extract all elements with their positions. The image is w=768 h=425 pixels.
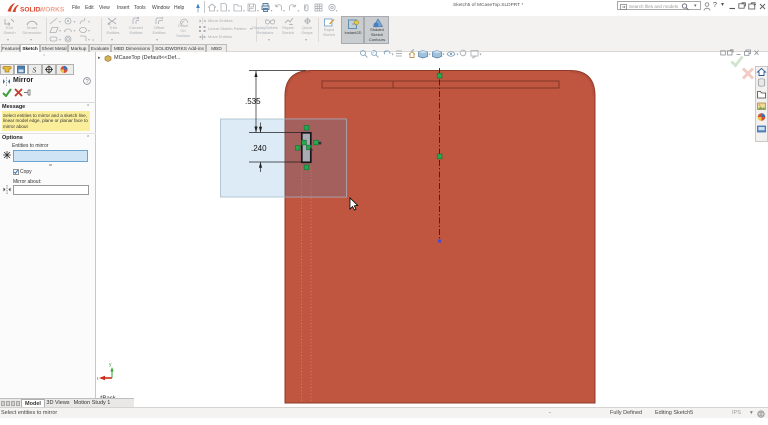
svg-text:▾: ▾ xyxy=(228,8,230,13)
svg-text:▾: ▾ xyxy=(443,52,445,57)
svg-text:x: x xyxy=(97,376,99,382)
svg-text:▾: ▾ xyxy=(243,8,245,13)
svg-text:▾: ▾ xyxy=(257,8,259,13)
svg-text:▾: ▾ xyxy=(392,52,394,57)
svg-text:▾: ▾ xyxy=(271,8,273,13)
svg-text:SOLID: SOLID xyxy=(20,7,40,14)
svg-text:▾: ▾ xyxy=(59,19,61,24)
svg-text:▾: ▾ xyxy=(74,28,76,33)
svg-text:▾: ▾ xyxy=(283,8,285,13)
svg-text:a: a xyxy=(92,37,95,42)
svg-text:▾: ▾ xyxy=(429,52,431,57)
svg-text:▾: ▾ xyxy=(217,8,219,13)
svg-text:▾: ▾ xyxy=(59,37,61,42)
svg-text:▾: ▾ xyxy=(88,28,90,33)
svg-text:▾: ▾ xyxy=(336,8,338,13)
svg-text:▾: ▾ xyxy=(74,19,76,24)
svg-text:▾: ▾ xyxy=(457,52,459,57)
svg-text:?: ? xyxy=(86,79,89,85)
svg-text:.535: .535 xyxy=(245,97,261,106)
svg-text:▾: ▾ xyxy=(88,19,90,24)
svg-text:▾: ▾ xyxy=(480,52,482,57)
svg-text:y: y xyxy=(109,362,112,368)
svg-text:▾: ▾ xyxy=(88,37,90,42)
svg-text:▾: ▾ xyxy=(298,8,300,13)
svg-text:S: S xyxy=(33,66,37,75)
svg-text:WORKS: WORKS xyxy=(39,7,65,14)
svg-text:.240: .240 xyxy=(251,144,267,153)
svg-text:▾: ▾ xyxy=(59,28,61,33)
